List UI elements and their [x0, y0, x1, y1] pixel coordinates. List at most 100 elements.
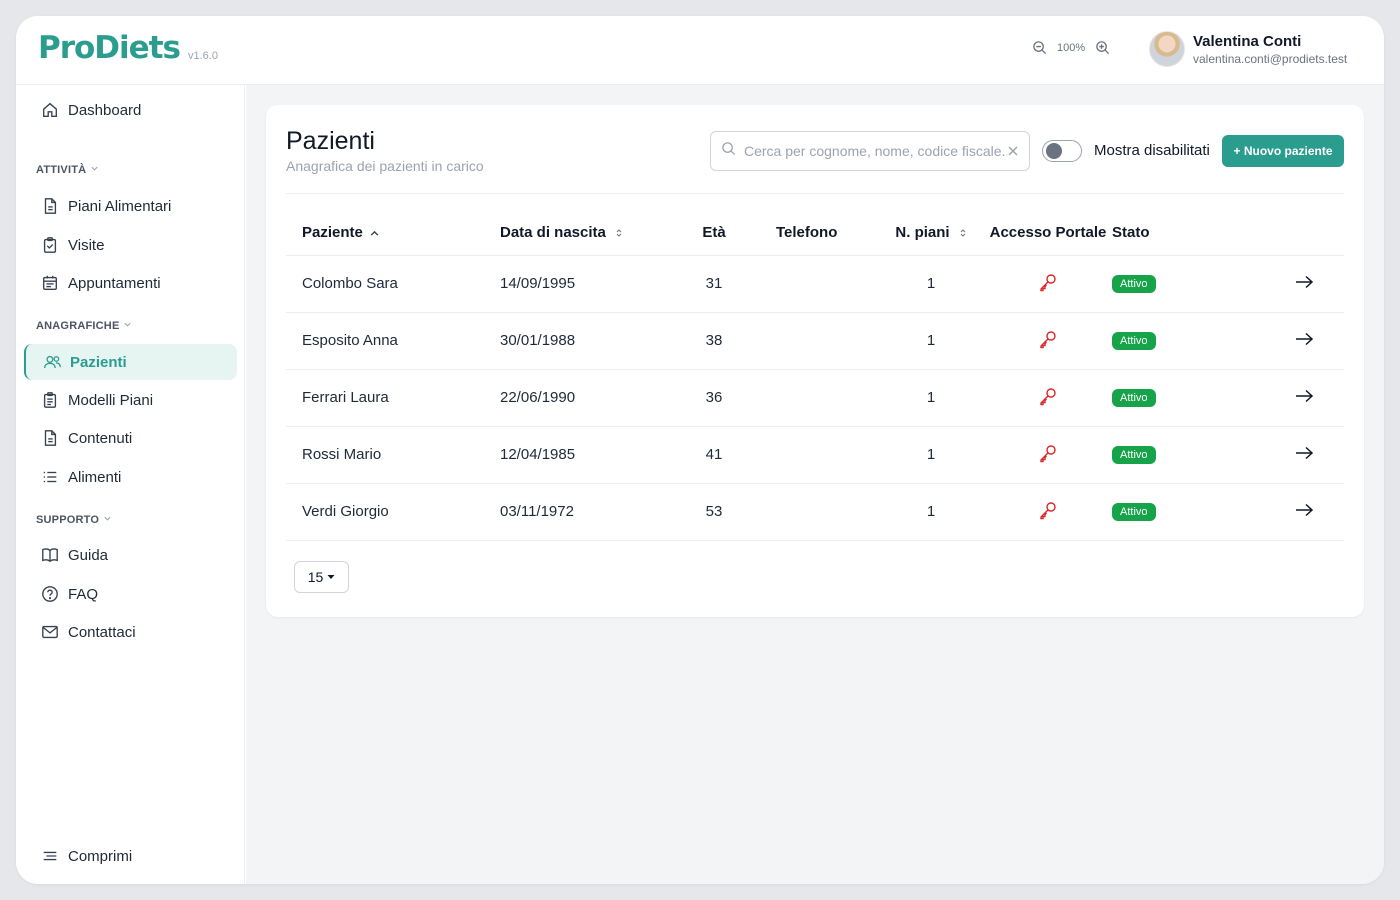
show-disabled-toggle[interactable] [1042, 140, 1082, 162]
user-name: Valentina Conti [1193, 32, 1302, 50]
sidebar-item-contenuti[interactable]: Contenuti [24, 420, 237, 456]
chevron-down-icon [103, 514, 112, 526]
key-icon[interactable] [1038, 272, 1058, 292]
cell-status: Attivo [1112, 255, 1244, 313]
arrow-right-icon[interactable] [1295, 503, 1314, 517]
clear-icon[interactable] [1007, 145, 1019, 157]
sidebar-item-label: Appuntamenti [68, 274, 161, 292]
col-header-stato: Stato [1112, 211, 1244, 256]
cell-action [1244, 312, 1344, 370]
sidebar-item-guida[interactable]: Guida [24, 537, 237, 573]
chevron-down-icon [90, 164, 99, 176]
sidebar-item-label: Modelli Piani [68, 391, 154, 409]
col-header-paziente[interactable]: Paziente [286, 211, 500, 256]
users-icon [42, 352, 62, 372]
search-input[interactable] [744, 143, 1007, 159]
section-attivita[interactable]: ATTIVITÀ [36, 164, 99, 176]
key-icon[interactable] [1038, 386, 1058, 406]
sidebar-item-visite[interactable]: Visite [24, 227, 237, 263]
status-badge: Attivo [1112, 503, 1156, 521]
cell-name: Esposito Anna [286, 312, 500, 370]
table-row[interactable]: Verdi Giorgio 03/11/1972 53 1 Attivo [286, 483, 1344, 541]
cell-portal [984, 255, 1112, 313]
cell-status: Attivo [1112, 312, 1244, 370]
cell-dob: 30/01/1988 [500, 312, 680, 370]
sidebar: Dashboard ATTIVITÀ Piani Alimentari Visi… [16, 85, 245, 884]
zoom-in-icon[interactable] [1095, 40, 1110, 55]
section-supporto[interactable]: SUPPORTO [36, 514, 112, 526]
sidebar-item-label: Piani Alimentari [68, 197, 172, 215]
main-content: Pazienti Anagrafica dei pazienti in cari… [246, 85, 1384, 884]
page-size-select[interactable]: 15 [294, 561, 349, 593]
cell-age: 31 [680, 255, 748, 313]
section-anagrafiche[interactable]: ANAGRAFICHE [36, 320, 132, 332]
table-row[interactable]: Colombo Sara 14/09/1995 31 1 Attivo [286, 255, 1344, 313]
status-badge: Attivo [1112, 389, 1156, 407]
user-email: valentina.conti@prodiets.test [1193, 51, 1348, 66]
cell-portal [984, 369, 1112, 427]
arrow-right-icon[interactable] [1295, 389, 1314, 403]
app-logo: ProDiets [38, 30, 181, 66]
arrow-right-icon[interactable] [1295, 446, 1314, 460]
cell-phone [748, 255, 878, 313]
sidebar-item-label: Pazienti [70, 353, 127, 371]
cell-name: Rossi Mario [286, 426, 500, 484]
cell-dob: 12/04/1985 [500, 426, 680, 484]
cell-plans: 1 [878, 426, 984, 484]
user-menu[interactable]: Valentina Conti valentina.conti@prodiets… [1149, 31, 1347, 67]
cell-age: 53 [680, 483, 748, 541]
arrow-right-icon[interactable] [1295, 275, 1314, 289]
sort-icon [959, 228, 967, 238]
home-icon [40, 100, 60, 120]
cell-status: Attivo [1112, 483, 1244, 541]
sort-asc-icon [369, 228, 380, 239]
file-icon [40, 428, 60, 448]
col-header-data-nascita[interactable]: Data di nascita [500, 211, 680, 256]
sidebar-item-label: FAQ [68, 585, 99, 603]
sidebar-collapse-button[interactable]: Comprimi [24, 838, 237, 874]
zoom-out-icon[interactable] [1032, 40, 1047, 55]
col-header-n-piani[interactable]: N. piani [878, 211, 984, 256]
key-icon[interactable] [1038, 329, 1058, 349]
table-row[interactable]: Ferrari Laura 22/06/1990 36 1 Attivo [286, 369, 1344, 427]
sidebar-item-faq[interactable]: FAQ [24, 576, 237, 612]
sidebar-item-label: Alimenti [68, 468, 122, 486]
cell-plans: 1 [878, 255, 984, 313]
sidebar-item-alimenti[interactable]: Alimenti [24, 459, 237, 495]
sidebar-item-pazienti[interactable]: Pazienti [24, 344, 237, 380]
avatar [1149, 31, 1185, 67]
sidebar-item-label: Contenuti [68, 429, 133, 447]
section-label: SUPPORTO [36, 514, 100, 526]
key-icon[interactable] [1038, 500, 1058, 520]
sidebar-item-contattaci[interactable]: Contattaci [24, 614, 237, 650]
new-patient-button[interactable]: + Nuovo paziente [1222, 135, 1344, 167]
app-window: ProDiets v1.6.0 100% Valentina Conti val… [16, 16, 1384, 884]
cell-name: Colombo Sara [286, 255, 500, 313]
key-icon[interactable] [1038, 443, 1058, 463]
cell-dob: 22/06/1990 [500, 369, 680, 427]
section-label: ATTIVITÀ [36, 164, 87, 176]
sidebar-item-modelli-piani[interactable]: Modelli Piani [24, 382, 237, 418]
sidebar-item-dashboard[interactable]: Dashboard [24, 92, 237, 128]
clipboard-check-icon [40, 235, 60, 255]
table-row[interactable]: Esposito Anna 30/01/1988 38 1 Attivo [286, 312, 1344, 370]
divider [286, 193, 1344, 194]
user-info: Valentina Conti valentina.conti@prodiets… [1193, 33, 1347, 66]
chevron-down-icon [123, 320, 132, 332]
sidebar-item-label: Contattaci [68, 623, 136, 641]
table-row[interactable]: Rossi Mario 12/04/1985 41 1 Attivo [286, 426, 1344, 484]
sidebar-item-appuntamenti[interactable]: Appuntamenti [24, 265, 237, 301]
caret-down-icon [327, 574, 335, 580]
sidebar-item-label: Dashboard [68, 101, 142, 119]
cell-dob: 03/11/1972 [500, 483, 680, 541]
app-version: v1.6.0 [187, 50, 218, 62]
arrow-right-icon[interactable] [1295, 332, 1314, 346]
col-header-telefono: Telefono [748, 211, 878, 256]
cell-portal [984, 312, 1112, 370]
cell-portal [984, 483, 1112, 541]
brand[interactable]: ProDiets v1.6.0 [38, 30, 218, 66]
sidebar-item-piani-alimentari[interactable]: Piani Alimentari [24, 188, 237, 224]
sort-icon [615, 228, 623, 238]
status-badge: Attivo [1112, 275, 1156, 293]
page-size-value: 15 [307, 569, 324, 585]
